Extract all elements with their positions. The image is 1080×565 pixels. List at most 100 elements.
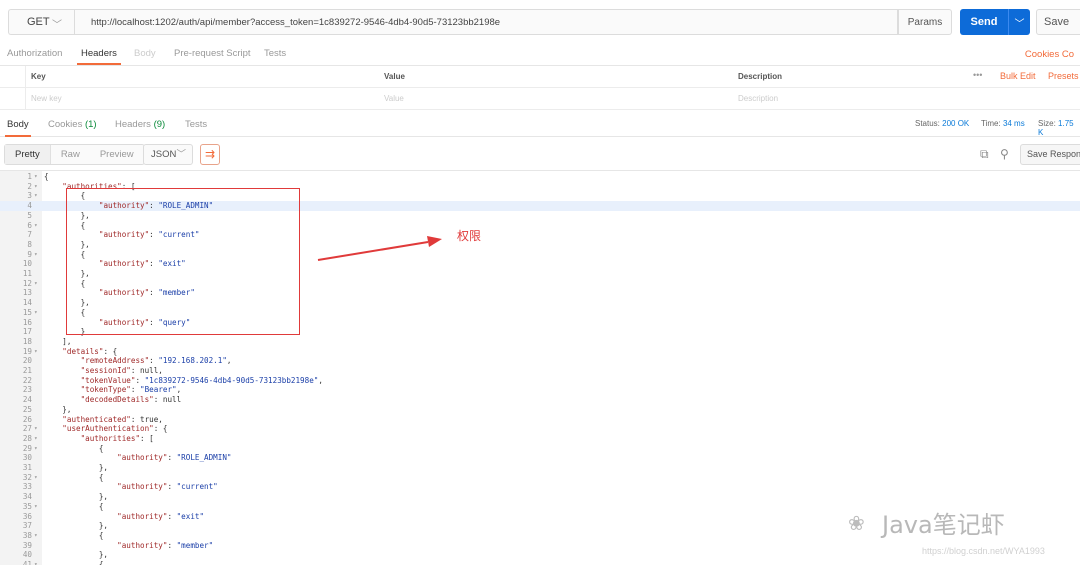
code-text: },: [44, 521, 109, 531]
code-text: },: [44, 492, 109, 502]
send-button[interactable]: Send: [960, 9, 1008, 35]
preview-button[interactable]: Preview: [90, 145, 144, 164]
bulk-edit-link[interactable]: Bulk Edit: [1000, 71, 1036, 81]
line-number: 36: [22, 511, 32, 521]
request-bar: GET ﹀ http://localhost:1202/auth/api/mem…: [0, 0, 1080, 44]
code-line: 24 "decodedDetails": null: [0, 395, 1080, 405]
annotation-label: 权限: [457, 229, 482, 243]
fold-toggle-icon[interactable]: ▾: [34, 424, 38, 434]
line-number: 39: [22, 540, 32, 550]
column-divider: [25, 66, 26, 88]
code-text: "authenticated": true,: [62, 414, 163, 424]
wrap-lines-icon[interactable]: ⇉: [200, 144, 220, 165]
size-indicator: Size: 1.75 K: [1038, 119, 1080, 137]
copy-icon[interactable]: ⧉: [980, 147, 994, 161]
fold-toggle-icon[interactable]: ▾: [34, 560, 38, 565]
presets-link[interactable]: Presets: [1048, 71, 1079, 81]
tab-tests[interactable]: Tests: [264, 48, 286, 59]
new-value-input[interactable]: Value: [384, 94, 404, 103]
search-icon[interactable]: ⚲: [1000, 147, 1014, 161]
format-label: JSON: [151, 149, 177, 160]
tab-response-cookies[interactable]: Cookies (1): [48, 119, 97, 130]
line-number: 16: [22, 317, 32, 327]
code-text: },: [44, 404, 72, 414]
tab-response-headers[interactable]: Headers (9): [115, 119, 165, 130]
fold-toggle-icon[interactable]: ▾: [34, 279, 38, 289]
code-line: 30 "authority": "ROLE_ADMIN": [0, 453, 1080, 463]
line-number: 31: [22, 463, 32, 472]
line-number: 35: [22, 501, 32, 511]
code-line: 1 ▾ {: [0, 172, 1080, 182]
cookies-link[interactable]: Cookies Co: [1025, 49, 1074, 60]
line-number: 19: [22, 346, 32, 356]
headers-table: Key Value Description ••• Bulk Edit Pres…: [0, 66, 1080, 110]
save-response-button[interactable]: Save Response: [1020, 144, 1080, 165]
line-number: 9: [27, 249, 32, 259]
headers-table-header: Key Value Description ••• Bulk Edit Pres…: [0, 66, 1080, 88]
line-number: 8: [27, 239, 32, 249]
fold-toggle-icon[interactable]: ▾: [34, 308, 38, 318]
fold-toggle-icon[interactable]: ▾: [34, 531, 38, 541]
params-button[interactable]: Params: [898, 9, 952, 35]
line-number: 3: [27, 191, 32, 201]
highlight-box: [66, 188, 300, 335]
code-line: 34 },: [0, 492, 1080, 502]
new-key-input[interactable]: New key: [31, 94, 62, 103]
tab-headers[interactable]: Headers: [77, 48, 121, 65]
tab-prerequest-script[interactable]: Pre-request Script: [174, 48, 251, 59]
response-tabs: Body Cookies (1) Headers (9) Tests Statu…: [0, 113, 1080, 137]
line-number: 12: [22, 278, 32, 288]
cookies-count: (1): [84, 119, 97, 130]
line-number: 38: [22, 530, 32, 540]
format-select[interactable]: JSON ﹀: [143, 144, 193, 165]
time-label: Time:: [981, 119, 1001, 128]
tab-response-body[interactable]: Body: [5, 119, 31, 137]
send-dropdown-button[interactable]: ﹀: [1008, 9, 1030, 35]
tab-body[interactable]: Body: [134, 48, 156, 59]
line-number: 40: [22, 550, 32, 560]
code-text: "authority": "member": [117, 540, 214, 550]
chevron-down-icon: ﹀: [52, 20, 62, 31]
request-tabs: Authorization Headers Body Pre-request S…: [0, 44, 1080, 66]
chevron-down-icon: ﹀: [1014, 18, 1025, 30]
code-text: "authority": "current": [117, 482, 218, 492]
line-number: 24: [22, 395, 32, 405]
more-options-icon[interactable]: •••: [973, 70, 982, 80]
code-line: 29 ▾ {: [0, 444, 1080, 454]
code-text: {: [44, 172, 49, 181]
fold-toggle-icon[interactable]: ▾: [34, 172, 38, 182]
fold-toggle-icon[interactable]: ▾: [34, 250, 38, 260]
fold-toggle-icon[interactable]: ▾: [34, 347, 38, 357]
code-text: "authorities": [: [80, 433, 154, 443]
fold-toggle-icon[interactable]: ▾: [34, 502, 38, 512]
fold-toggle-icon[interactable]: ▾: [34, 221, 38, 231]
code-line: 18 ],: [0, 337, 1080, 347]
url-input[interactable]: http://localhost:1202/auth/api/member?ac…: [74, 9, 898, 35]
tab-response-tests[interactable]: Tests: [185, 119, 207, 130]
tab-authorization[interactable]: Authorization: [7, 48, 62, 59]
view-mode-group: Pretty Raw Preview: [4, 144, 145, 165]
fold-toggle-icon[interactable]: ▾: [34, 434, 38, 444]
pretty-button[interactable]: Pretty: [5, 145, 51, 164]
line-number: 28: [22, 433, 32, 443]
fold-toggle-icon[interactable]: ▾: [34, 191, 38, 201]
method-select[interactable]: GET ﹀: [8, 9, 74, 35]
raw-button[interactable]: Raw: [51, 145, 90, 164]
line-number: 18: [22, 336, 32, 346]
fold-toggle-icon[interactable]: ▾: [34, 182, 38, 192]
method-label: GET: [27, 16, 50, 28]
code-text: },: [44, 550, 109, 560]
code-text: {: [44, 443, 104, 453]
code-line: 28 ▾ "authorities": [: [0, 434, 1080, 444]
fold-toggle-icon[interactable]: ▾: [34, 473, 38, 483]
chevron-down-icon: ﹀: [176, 149, 186, 160]
new-description-input[interactable]: Description: [738, 94, 778, 103]
fold-toggle-icon[interactable]: ▾: [34, 444, 38, 454]
code-line: 40 },: [0, 550, 1080, 560]
time-value: 34 ms: [1002, 119, 1025, 128]
new-header-row: New key Value Description: [0, 88, 1080, 110]
line-number: 5: [27, 210, 32, 220]
line-number: 32: [22, 472, 32, 482]
save-button[interactable]: Save: [1036, 9, 1080, 35]
code-line: 33 "authority": "current": [0, 482, 1080, 492]
